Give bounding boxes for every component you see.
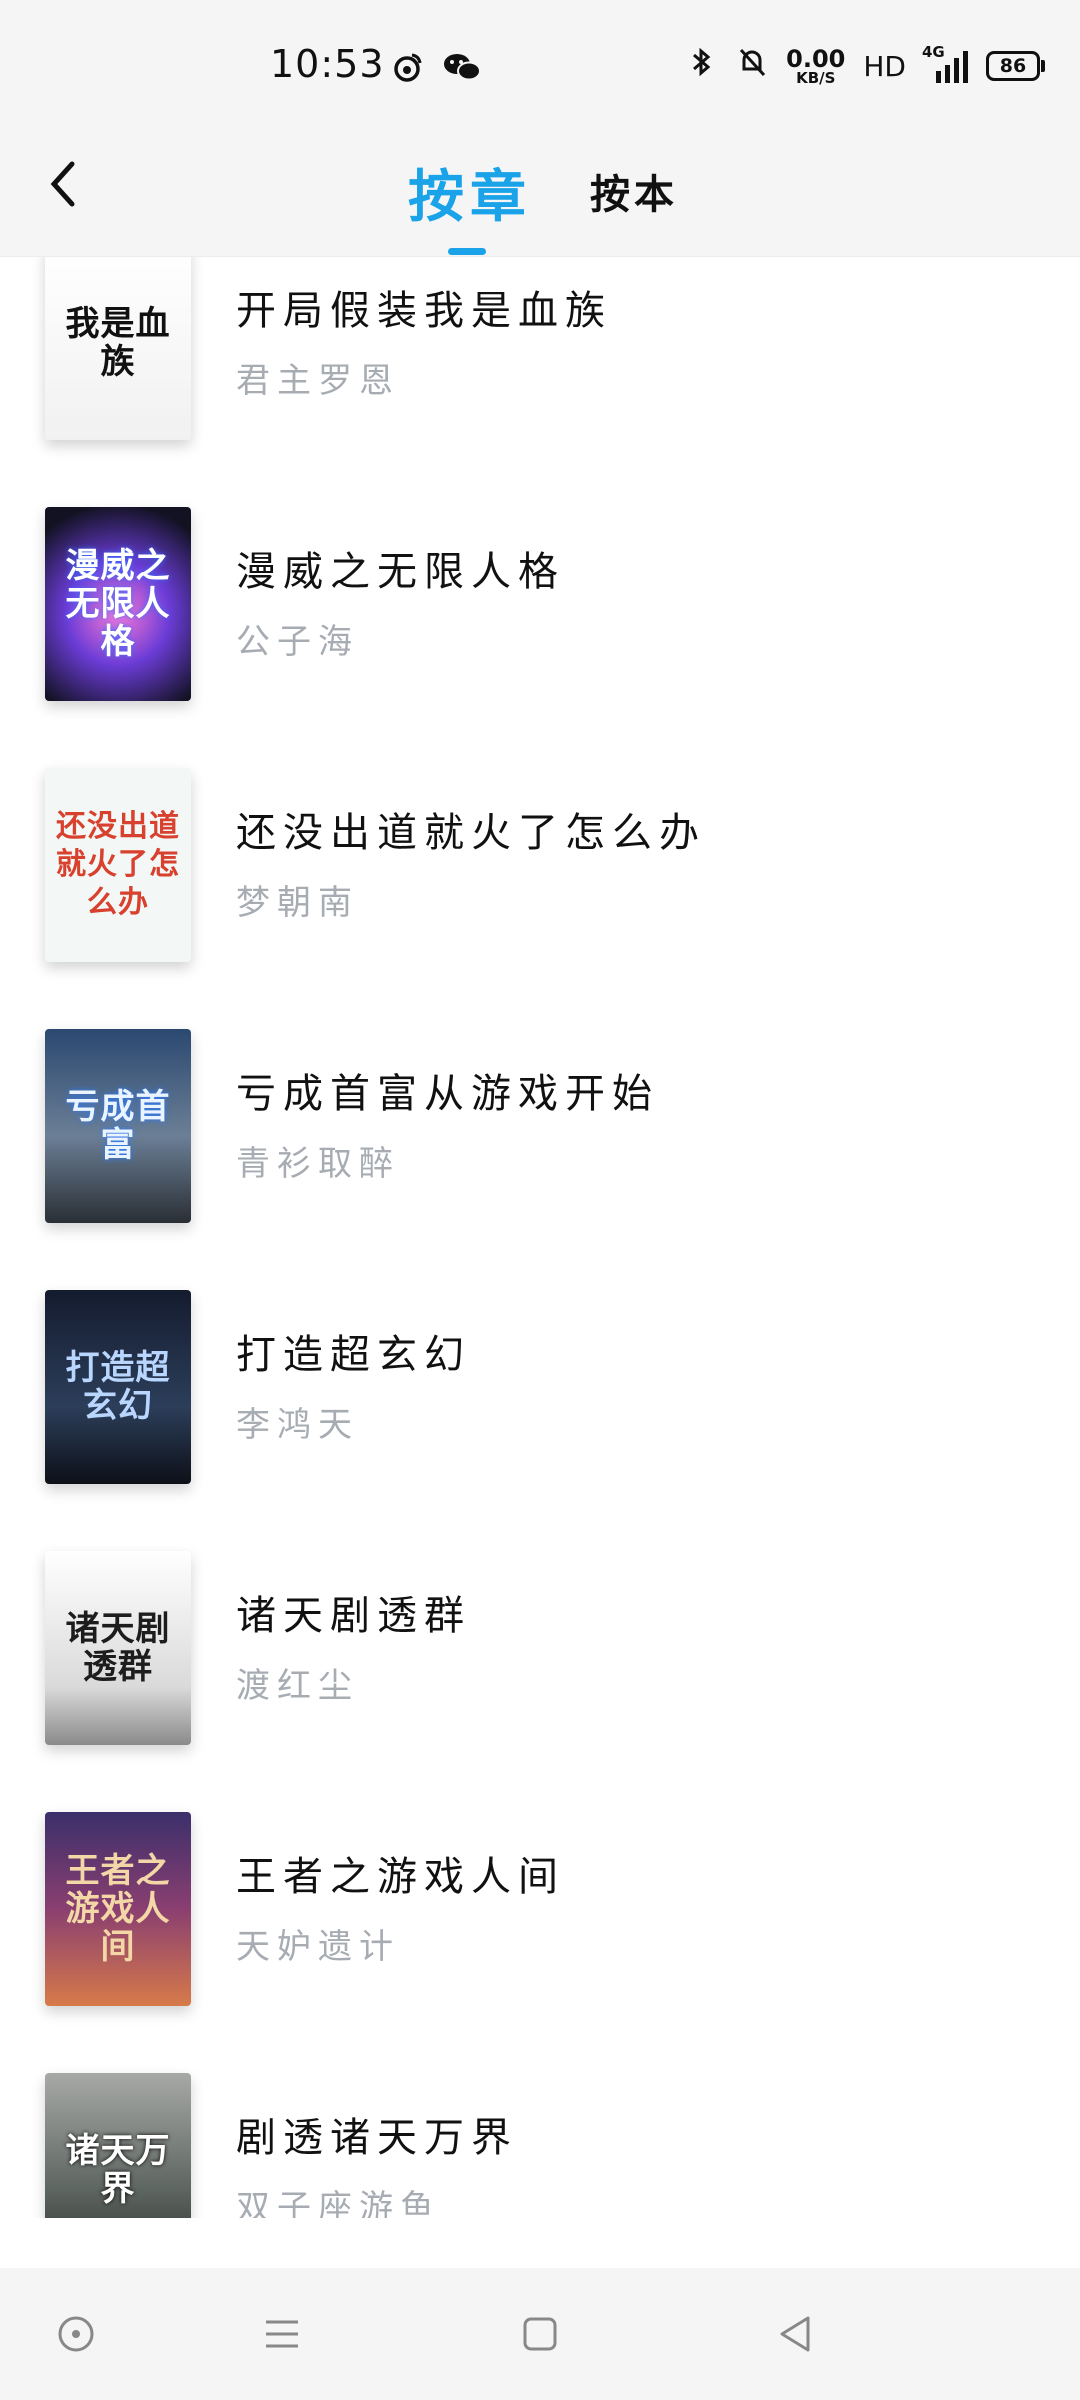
book-author: 公子海 — [236, 622, 359, 662]
book-cover: 王者之游戏人间 — [45, 1812, 191, 2006]
book-title: 剧透诸天万界 — [236, 2115, 518, 2161]
book-cover: 亏成首富 — [45, 1029, 191, 1223]
book-item[interactable]: 诸天万界 剧透诸天万界 双子座游鱼 — [0, 2053, 1080, 2218]
book-cover: 打造超玄幻 — [45, 1290, 191, 1484]
book-item[interactable]: 我是血族 开局假装我是血族 君主罗恩 — [0, 256, 1080, 487]
book-author: 青衫取醉 — [236, 1144, 400, 1184]
book-item[interactable]: 漫威之无限人格 漫威之无限人格 公子海 — [0, 487, 1080, 748]
book-author: 渡红尘 — [236, 1666, 359, 1706]
book-title: 漫威之无限人格 — [236, 549, 565, 595]
circle-dot-icon[interactable] — [48, 2306, 104, 2362]
book-author: 天妒遗计 — [236, 1927, 400, 1967]
book-cover: 漫威之无限人格 — [45, 507, 191, 701]
tab-by-book[interactable]: 按本 — [590, 162, 678, 220]
tab-by-chapter[interactable]: 按章 — [408, 152, 532, 233]
book-item[interactable]: 王者之游戏人间 王者之游戏人间 天妒遗计 — [0, 1792, 1080, 2053]
hd-label: HD — [863, 49, 906, 83]
book-cover: 诸天万界 — [45, 2073, 191, 2218]
book-author: 君主罗恩 — [236, 361, 400, 401]
system-nav-bar — [0, 2268, 1080, 2400]
bluetooth-icon — [684, 45, 718, 87]
bell-muted-icon — [736, 45, 768, 87]
network-speed: 0.00 KB/S — [786, 44, 846, 87]
book-cover: 还没出道就火了怎么办 — [45, 768, 191, 962]
book-title: 亏成首富从游戏开始 — [236, 1071, 659, 1117]
back-triangle-icon[interactable] — [768, 2306, 824, 2362]
book-author: 梦朝南 — [236, 883, 359, 923]
book-item[interactable]: 还没出道就火了怎么办 还没出道就火了怎么办 梦朝南 — [0, 748, 1080, 1009]
book-title: 打造超玄幻 — [236, 1332, 471, 1378]
book-title: 还没出道就火了怎么办 — [236, 810, 706, 856]
book-author: 李鸿天 — [236, 1405, 359, 1445]
book-item[interactable]: 打造超玄幻 打造超玄幻 李鸿天 — [0, 1270, 1080, 1531]
weibo-icon — [390, 50, 424, 91]
back-button[interactable] — [44, 154, 104, 224]
book-cover: 我是血族 — [45, 256, 191, 440]
battery-icon: 86 — [986, 51, 1045, 81]
status-indicators: 0.00 KB/S HD 4G 86 — [684, 43, 1045, 88]
book-title: 开局假装我是血族 — [236, 288, 612, 334]
book-item[interactable]: 亏成首富 亏成首富从游戏开始 青衫取醉 — [0, 1009, 1080, 1270]
book-item[interactable]: 诸天剧透群 诸天剧透群 渡红尘 — [0, 1531, 1080, 1792]
header: 按章 按本 — [0, 130, 1080, 257]
status-time: 10:53 — [270, 42, 385, 86]
book-title: 诸天剧透群 — [236, 1593, 471, 1639]
wechat-icon — [442, 50, 482, 91]
menu-icon[interactable] — [254, 2306, 310, 2362]
book-title: 王者之游戏人间 — [236, 1854, 565, 1900]
active-tab-indicator — [448, 248, 486, 255]
status-app-icons — [390, 50, 482, 91]
signal-icon: 4G — [922, 43, 968, 83]
book-list[interactable]: 我是血族 开局假装我是血族 君主罗恩 漫威之无限人格 漫威之无限人格 公子海 还… — [0, 256, 1080, 2218]
status-bar: 10:53 0.00 KB/S HD 4G 86 — [0, 0, 1080, 130]
book-cover: 诸天剧透群 — [45, 1551, 191, 1745]
home-square-icon[interactable] — [512, 2306, 568, 2362]
book-author: 双子座游鱼 — [236, 2188, 441, 2218]
